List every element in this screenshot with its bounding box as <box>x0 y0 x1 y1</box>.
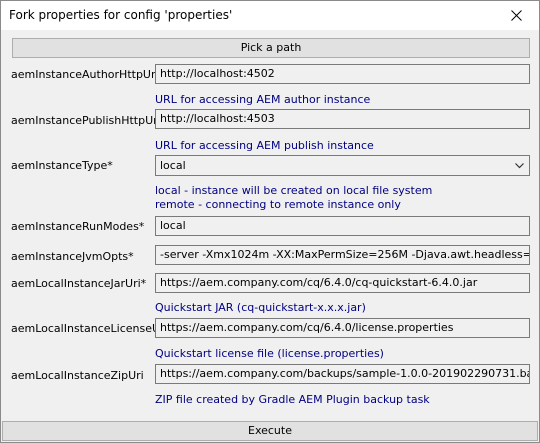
execute-button[interactable]: Execute <box>2 421 538 441</box>
instance-type-select[interactable]: local <box>155 155 530 176</box>
zip-uri-help: ZIP file created by Gradle AEM Plugin ba… <box>155 393 430 406</box>
license-uri-label: aemLocalInstanceLicenseUri* <box>11 322 174 335</box>
license-uri-help: Quickstart license file (license.propert… <box>155 347 384 360</box>
window-title: Fork properties for config 'properties' <box>9 8 233 22</box>
pick-path-button[interactable]: Pick a path <box>12 38 530 58</box>
instance-type-label: aemInstanceType* <box>11 159 113 172</box>
zip-uri-input[interactable]: https://aem.company.com/backups/sample-1… <box>155 364 530 384</box>
dialog-window: Fork properties for config 'properties' … <box>0 0 540 443</box>
run-modes-input[interactable]: local <box>155 216 530 236</box>
instance-type-help-remote: remote - connecting to remote instance o… <box>155 198 401 211</box>
author-url-help: URL for accessing AEM author instance <box>155 93 371 106</box>
jar-uri-help: Quickstart JAR (cq-quickstart-x.x.x.jar) <box>155 301 366 314</box>
jar-uri-input[interactable]: https://aem.company.com/cq/6.4.0/cq-quic… <box>155 273 530 293</box>
chevron-down-icon <box>515 163 524 169</box>
jvm-opts-input[interactable]: -server -Xmx1024m -XX:MaxPermSize=256M -… <box>155 245 530 265</box>
publish-url-label: aemInstancePublishHttpUrl <box>11 114 161 127</box>
close-icon <box>510 10 522 21</box>
author-url-input[interactable]: http://localhost:4502 <box>155 64 530 84</box>
run-modes-label: aemInstanceRunModes* <box>11 220 145 233</box>
close-button[interactable] <box>493 1 539 30</box>
instance-type-help-local: local - instance will be created on loca… <box>155 184 433 197</box>
license-uri-input[interactable]: https://aem.company.com/cq/6.4.0/license… <box>155 318 530 338</box>
jar-uri-label: aemLocalInstanceJarUri* <box>11 277 147 290</box>
zip-uri-label: aemLocalInstanceZipUri <box>11 369 144 382</box>
publish-url-help: URL for accessing AEM publish instance <box>155 139 374 152</box>
jvm-opts-label: aemInstanceJvmOpts* <box>11 250 134 263</box>
publish-url-input[interactable]: http://localhost:4503 <box>155 109 530 129</box>
title-bar: Fork properties for config 'properties' <box>1 1 539 30</box>
instance-type-value: local <box>160 159 186 172</box>
author-url-label: aemInstanceAuthorHttpUrl <box>11 68 159 81</box>
